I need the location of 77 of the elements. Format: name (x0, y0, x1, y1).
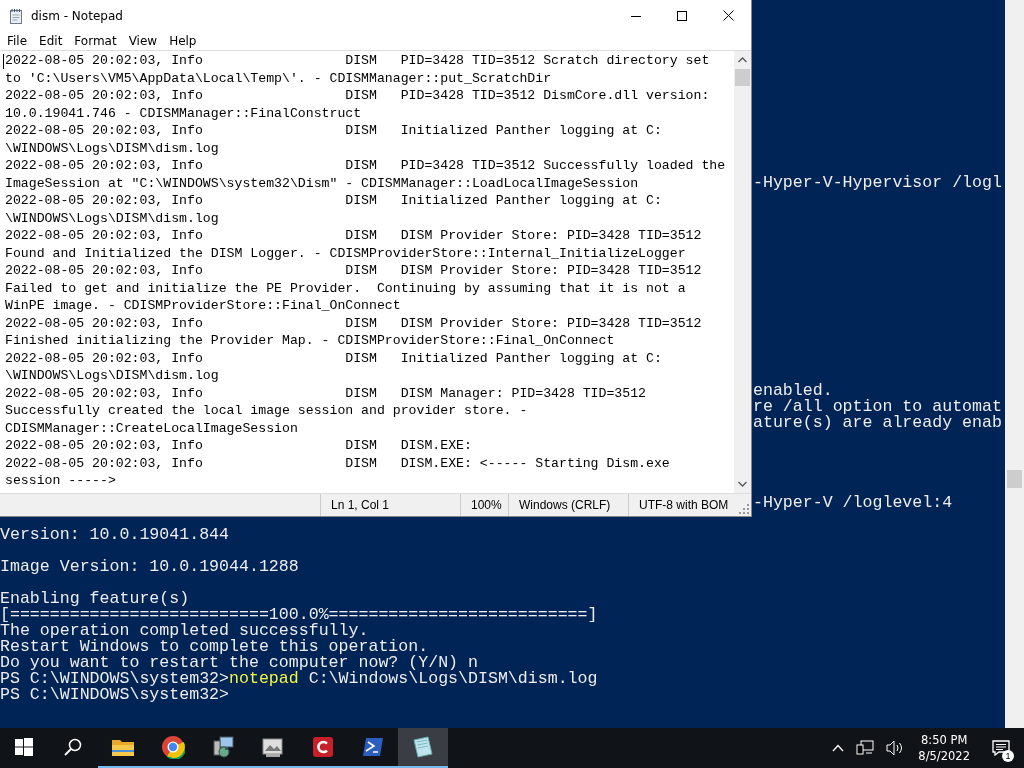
console-text: -Hyper-V /loglevel:4 (753, 495, 953, 511)
log-line: Found and Initialized the DISM Logger. - CDISMProviderStore::Internal_InitializeLogger (5, 244, 686, 262)
scroll-up-icon[interactable] (738, 57, 747, 63)
log-line: 2022-08-05 20:02:03, Info DISM DISM Provider Store: PID=3428 TID=3512 (5, 227, 702, 245)
console-text: -Hyper-V-Hypervisor /logl (753, 175, 1002, 191)
window-title: dism - Notepad (31, 8, 123, 23)
menu-item[interactable]: Help (164, 33, 204, 48)
close-icon (722, 10, 734, 21)
console-text: enabled. (753, 383, 833, 399)
scroll-down-icon[interactable] (738, 481, 747, 487)
log-line: 2022-08-05 20:02:03, Info DISM PID=3428 TID=3512 Successfully loaded the (5, 157, 726, 175)
log-line: 2022-08-05 20:02:03, Info DISM DISM Provider Store: PID=3428 TID=3512 (5, 314, 702, 332)
log-line: to 'C:\Users\VM5\AppData\Local\Temp\'. - CDISMManager::put_ScratchDir (5, 69, 552, 87)
console-line: Image Version: 10.0.19044.1288 (0, 559, 299, 575)
log-line: 2022-08-05 20:02:03, Info DISM PID=3428 TID=3512 DismCore.dll version: (5, 87, 710, 105)
console-text: re /all option to automat (753, 399, 1002, 415)
scroll-thumb[interactable] (1007, 470, 1022, 488)
log-line: session -----> (5, 472, 116, 490)
log-line: 2022-08-05 20:02:03, Info DISM DISM.EXE: (5, 437, 472, 455)
folder-icon (111, 737, 135, 757)
log-line: 2022-08-05 20:02:03, Info DISM Initialized Panther logging at C: (5, 192, 662, 210)
log-line: \WINDOWS\Logs\DISM\dism.log (5, 367, 219, 385)
log-line: 2022-08-05 20:02:03, Info DISM DISM Manager: PID=3428 TID=3512 (5, 384, 647, 402)
terminal-prompt-icon (362, 737, 384, 757)
console-line: PS C:\WINDOWS\system32> (0, 687, 230, 703)
menu-item[interactable]: Edit (34, 33, 70, 48)
log-line: 2022-08-05 20:02:03, Info DISM Initialized Panther logging at C: (5, 349, 662, 367)
taskbar-button[interactable] (398, 728, 448, 768)
log-line: CDISMManager::CreateLocalImageSession (5, 419, 298, 437)
console-line: Enabling feature(s) (0, 591, 190, 607)
speaker-icon[interactable] (886, 740, 905, 756)
letter-c-app-icon (312, 736, 334, 758)
scroll-thumb[interactable] (735, 69, 750, 86)
computer-tools-icon (211, 735, 235, 759)
text-cursor (3, 54, 4, 69)
log-line: 2022-08-05 20:02:03, Info DISM DISM.EXE: <----- Starting Dism.exe (5, 454, 670, 472)
status-text: Windows (CRLF) (508, 494, 628, 516)
round-browser-icon (161, 735, 185, 759)
maximize-icon (677, 10, 687, 21)
status-text: Ln 1, Col 1 (320, 494, 460, 516)
log-line: 2022-08-05 20:02:03, Info DISM Initialized Panther logging at C: (5, 122, 662, 140)
log-line: Failed to get and initialize the PE Provider. Continuing by assuming that it is not a (5, 279, 686, 297)
console-scrollbar[interactable] (1005, 0, 1024, 728)
clock-time[interactable]: 8:50 PM (921, 732, 968, 748)
notepad-icon (8, 7, 24, 24)
notification-count-badge: 1 (1002, 750, 1014, 762)
log-line: 10.0.19041.746 - CDISMManager::FinalConstruct (5, 104, 362, 122)
menu-item[interactable]: Format (69, 33, 124, 48)
picture-viewer-icon (261, 736, 285, 758)
log-line: 2022-08-05 20:02:03, Info DISM DISM Provider Store: PID=3428 TID=3512 (5, 262, 702, 280)
notepad-icon (411, 735, 435, 759)
menu-item[interactable]: View (123, 33, 165, 48)
vertical-scrollbar[interactable] (734, 51, 751, 493)
console-command: PS C:\WINDOWS\system32>notepad C:\Windows\Logs\DISM\dism.log (0, 671, 598, 687)
menu-item[interactable]: File (2, 33, 35, 48)
windows-logo-icon (15, 738, 33, 756)
status-text: UTF-8 with BOM (628, 494, 737, 516)
status-text: 100% (460, 494, 508, 516)
console-line: Do you want to restart the computer now? (Y/N) n (0, 655, 478, 671)
console-line: [==========================100.0%==========================] (0, 607, 598, 623)
chevron-up-icon[interactable] (832, 744, 845, 752)
log-line: Successfully created the local image session and provider store. - (5, 402, 528, 420)
log-line: ImageSession at "C:\WINDOWS\system32\Dism" - CDISMManager::LoadLocalImageSession (5, 174, 639, 192)
console-line: The operation completed successfully. (0, 623, 369, 639)
clock-date[interactable]: 8/5/2022 (918, 748, 970, 764)
log-line: \WINDOWS\Logs\DISM\dism.log (5, 139, 219, 157)
log-line: 2022-08-05 20:02:03, Info DISM PID=3428 TID=3512 Scratch directory set (5, 52, 710, 70)
search-icon (64, 738, 82, 756)
resize-grip-icon[interactable] (739, 504, 749, 514)
network-icon[interactable] (856, 740, 875, 756)
console-text: ature(s) are already enab (753, 415, 1002, 431)
log-line: \WINDOWS\Logs\DISM\dism.log (5, 209, 219, 227)
log-line: WinPE image. - CDISMProviderStore::Final_OnConnect (5, 297, 401, 315)
console-line: Version: 10.0.19041.844 (0, 527, 230, 543)
console-line: Restart Windows to complete this operation. (0, 639, 429, 655)
notifications-button[interactable]: 1 (978, 728, 1024, 768)
log-line: Finished initializing the Provider Map. - CDISMProviderStore::Final_OnConnect (5, 332, 615, 350)
